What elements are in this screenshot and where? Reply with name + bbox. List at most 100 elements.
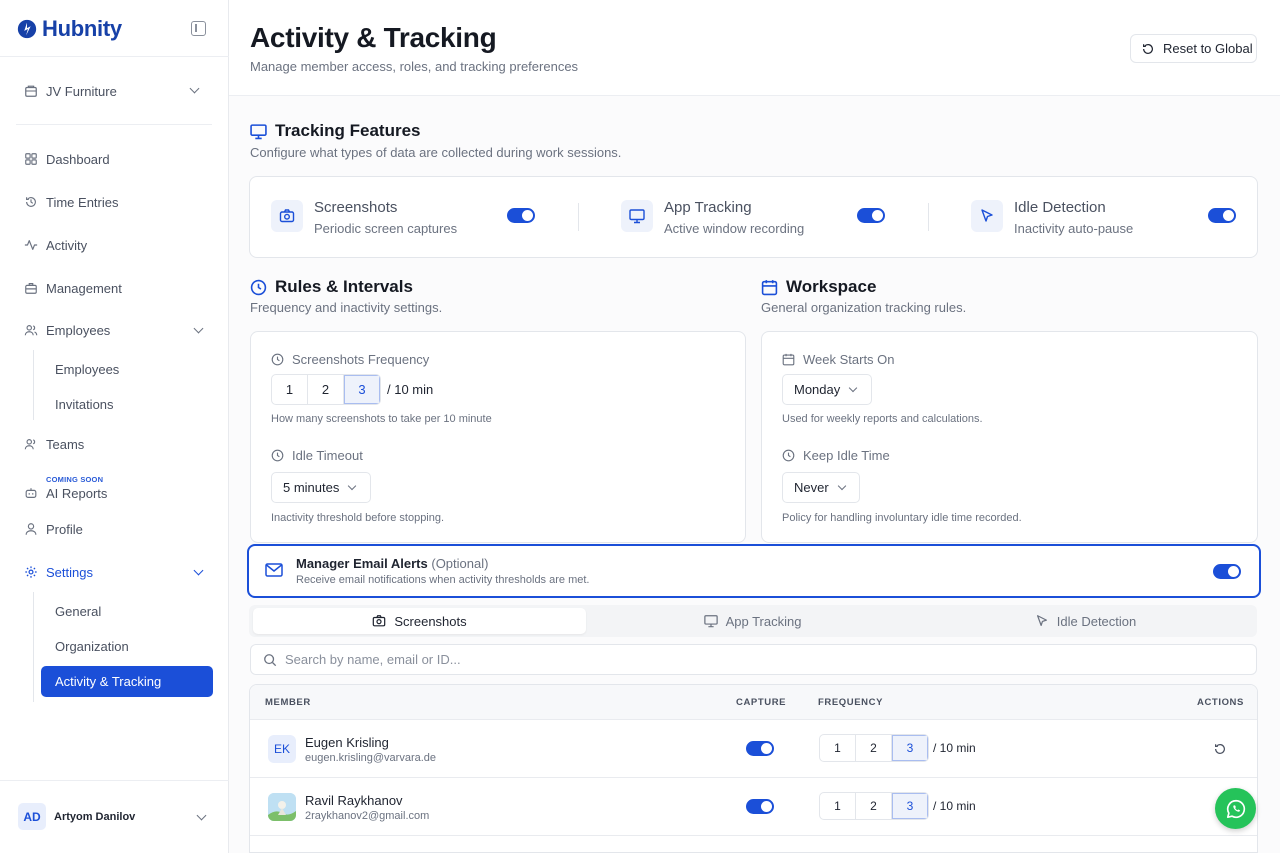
sidebar-item-ai-reports[interactable]: AI Reports xyxy=(24,483,107,503)
sidebar-item-activity[interactable]: Activity xyxy=(24,235,87,255)
sidebar: Hubnity JV Furniture Dashboard Time Entr… xyxy=(0,0,229,853)
frequency-option-2[interactable]: 2 xyxy=(856,793,892,819)
avatar: EK xyxy=(268,735,296,763)
divider xyxy=(0,56,229,57)
briefcase-icon xyxy=(25,283,37,294)
frequency-option-3[interactable]: 3 xyxy=(892,793,928,819)
user-menu[interactable]: AD Artyom Danilov xyxy=(18,803,135,830)
whatsapp-chat-button[interactable] xyxy=(1215,788,1256,829)
search-icon xyxy=(264,653,277,666)
search-input[interactable] xyxy=(285,652,1185,667)
sidebar-subitem-organization[interactable]: Organization xyxy=(55,639,129,654)
frequency-option-3[interactable]: 3 xyxy=(892,735,928,761)
robot-icon xyxy=(25,488,37,498)
sidebar-subitem-employees[interactable]: Employees xyxy=(55,362,119,377)
member-name: Ravil Raykhanov xyxy=(305,793,403,808)
email-alerts-toggle[interactable] xyxy=(1213,564,1241,579)
app-name: Hubnity xyxy=(42,16,122,41)
user-name: Artyom Danilov xyxy=(54,810,136,823)
clock-icon xyxy=(250,279,267,295)
sidebar-item-label: Dashboard xyxy=(46,151,110,167)
sidebar-collapse-icon[interactable] xyxy=(191,21,206,36)
frequency-option-1[interactable]: 1 xyxy=(820,793,856,819)
page-subtitle: Manage member access, roles, and trackin… xyxy=(250,59,579,74)
reset-icon xyxy=(1143,43,1153,54)
screenshots-frequency-selector[interactable]: 1 2 3 xyxy=(271,374,381,405)
chevron-down-icon[interactable] xyxy=(196,810,207,821)
workspace-subtitle: General organization tracking rules. xyxy=(761,300,967,315)
feature-title: App Tracking xyxy=(664,199,752,216)
app-tracking-toggle[interactable] xyxy=(857,208,885,223)
cursor-icon xyxy=(971,200,1003,232)
tab-label: App Tracking xyxy=(725,613,802,629)
avatar: AD xyxy=(18,803,46,830)
camera-icon xyxy=(271,200,303,232)
sidebar-item-label: Settings xyxy=(46,564,93,580)
org-switcher[interactable]: JV Furniture xyxy=(16,76,212,106)
chevron-down-icon xyxy=(849,383,858,392)
tab-app-tracking[interactable]: App Tracking xyxy=(586,608,919,634)
week-starts-hint: Used for weekly reports and calculations… xyxy=(782,413,983,425)
member-email: eugen.krisling@varvara.de xyxy=(305,752,437,764)
keep-idle-select[interactable]: Never xyxy=(782,472,860,503)
sidebar-item-time-entries[interactable]: Time Entries xyxy=(24,192,118,212)
sidebar-item-teams[interactable]: Teams xyxy=(24,434,84,454)
sidebar-item-profile[interactable]: Profile xyxy=(24,519,83,539)
member-frequency-selector[interactable]: 1 2 3 xyxy=(819,734,929,762)
week-starts-select[interactable]: Monday xyxy=(782,374,872,405)
idle-timeout-select[interactable]: 5 minutes xyxy=(271,472,371,503)
section-title-text: Rules & Intervals xyxy=(275,277,413,296)
divider xyxy=(928,203,929,231)
frequency-option-1[interactable]: 1 xyxy=(820,735,856,761)
users-icon xyxy=(24,439,36,450)
field-label-text: Keep Idle Time xyxy=(803,448,890,463)
select-value: Monday xyxy=(794,382,841,397)
idle-detection-toggle[interactable] xyxy=(1208,208,1236,223)
sidebar-subitem-general[interactable]: General xyxy=(55,604,101,619)
org-name: JV Furniture xyxy=(46,83,117,99)
sidebar-subitem-activity-tracking[interactable]: Activity & Tracking xyxy=(41,666,213,697)
column-frequency: FREQUENCY xyxy=(818,697,884,708)
workspace-title: Workspace xyxy=(761,277,876,297)
frequency-option-2[interactable]: 2 xyxy=(308,375,344,404)
reset-to-global-button[interactable]: Reset to Global xyxy=(1130,34,1257,63)
member-frequency-selector[interactable]: 1 2 3 xyxy=(819,792,929,820)
reset-icon[interactable] xyxy=(1213,742,1227,756)
tracking-features-card xyxy=(249,176,1258,258)
rules-subtitle: Frequency and inactivity settings. xyxy=(250,300,443,315)
sidebar-item-management[interactable]: Management xyxy=(24,278,122,298)
subnav-line xyxy=(33,592,34,702)
avatar xyxy=(268,793,296,821)
table-row: EK Eugen Krisling eugen.krisling@varvara… xyxy=(250,720,1257,778)
sidebar-item-label: Management xyxy=(46,280,122,296)
user-icon xyxy=(25,523,37,535)
member-search[interactable] xyxy=(250,644,1257,675)
section-title-text: Tracking Features xyxy=(275,121,421,140)
table-row: Ravil Raykhanov 2raykhanov2@gmail.com 1 … xyxy=(250,778,1257,836)
sidebar-subitem-invitations[interactable]: Invitations xyxy=(55,397,114,412)
chevron-down-icon xyxy=(348,481,357,490)
sidebar-item-label: Teams xyxy=(46,436,85,452)
feature-idle-detection xyxy=(971,200,1003,232)
whatsapp-icon xyxy=(1226,799,1245,818)
screenshots-toggle[interactable] xyxy=(507,208,535,223)
idle-timeout-hint: Inactivity threshold before stopping. xyxy=(271,512,445,524)
sidebar-item-settings[interactable]: Settings xyxy=(24,562,212,582)
frequency-option-3[interactable]: 3 xyxy=(344,375,380,404)
capture-toggle[interactable] xyxy=(746,799,774,814)
capture-toggle[interactable] xyxy=(746,741,774,756)
sidebar-item-dashboard[interactable]: Dashboard xyxy=(24,149,110,169)
history-icon xyxy=(26,197,36,207)
subnav-line xyxy=(33,350,34,420)
tab-screenshots[interactable]: Screenshots xyxy=(253,608,586,634)
sidebar-item-label: Profile xyxy=(46,521,83,537)
app-logo[interactable]: Hubnity xyxy=(16,16,122,42)
users-icon xyxy=(24,325,38,336)
tab-idle-detection[interactable]: Idle Detection xyxy=(919,608,1252,634)
calendar-icon xyxy=(761,279,778,295)
frequency-option-2[interactable]: 2 xyxy=(856,735,892,761)
feature-title: Screenshots xyxy=(314,199,398,216)
frequency-option-1[interactable]: 1 xyxy=(272,375,308,404)
sidebar-item-employees[interactable]: Employees xyxy=(24,320,212,340)
camera-icon xyxy=(373,615,386,627)
